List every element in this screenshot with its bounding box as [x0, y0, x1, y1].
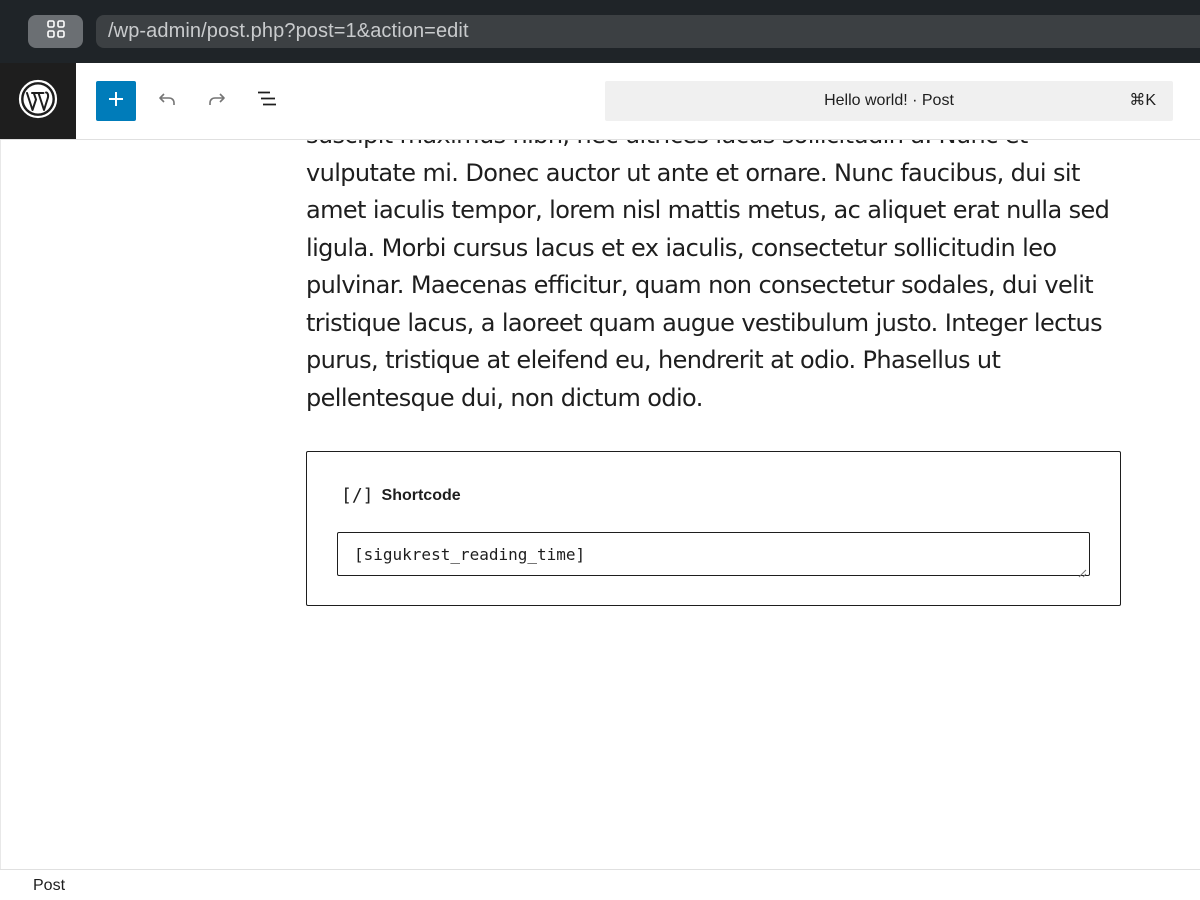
redo-button[interactable]: [201, 85, 233, 117]
editor-footer: Post: [0, 869, 1200, 900]
resize-handle-icon[interactable]: [1077, 563, 1087, 578]
redo-icon: [205, 87, 229, 116]
wordpress-logo-icon: [18, 79, 58, 124]
shortcode-label-text: Shortcode: [381, 486, 461, 504]
keyboard-shortcut-hint: ⌘K: [1129, 92, 1156, 109]
tab-overview-button[interactable]: [28, 15, 83, 48]
editor-header: Hello world! · Post ⌘K: [0, 63, 1200, 140]
add-block-button[interactable]: [96, 81, 136, 121]
editor-canvas: suscipit maximus nibh, nec ultrices lacu…: [0, 140, 1200, 869]
grid-icon: [46, 19, 66, 44]
wordpress-logo-button[interactable]: [0, 63, 76, 139]
browser-toolbar: /wp-admin/post.php?post=1&action=edit: [0, 0, 1200, 63]
address-bar[interactable]: /wp-admin/post.php?post=1&action=edit: [96, 15, 1200, 48]
plus-icon: [106, 89, 126, 114]
list-view-icon: [255, 87, 279, 116]
paragraph-block[interactable]: suscipit maximus nibh, nec ultrices lacu…: [306, 140, 1126, 417]
shortcode-icon: [/]: [341, 485, 374, 506]
shortcode-block-label: [/] Shortcode: [341, 485, 461, 506]
shortcode-value: [sigukrest_reading_time]: [354, 545, 586, 564]
command-palette-bar[interactable]: Hello world! · Post ⌘K: [605, 81, 1173, 121]
shortcode-textarea[interactable]: [sigukrest_reading_time]: [337, 532, 1090, 578]
undo-button[interactable]: [151, 85, 183, 117]
address-bar-url: /wp-admin/post.php?post=1&action=edit: [108, 20, 469, 42]
document-title: Hello world! · Post: [824, 92, 954, 109]
shortcode-block[interactable]: [/] Shortcode [sigukrest_reading_time]: [306, 451, 1121, 606]
document-overview-button[interactable]: [251, 85, 283, 117]
undo-icon: [155, 87, 179, 116]
block-breadcrumb[interactable]: Post: [33, 877, 65, 895]
